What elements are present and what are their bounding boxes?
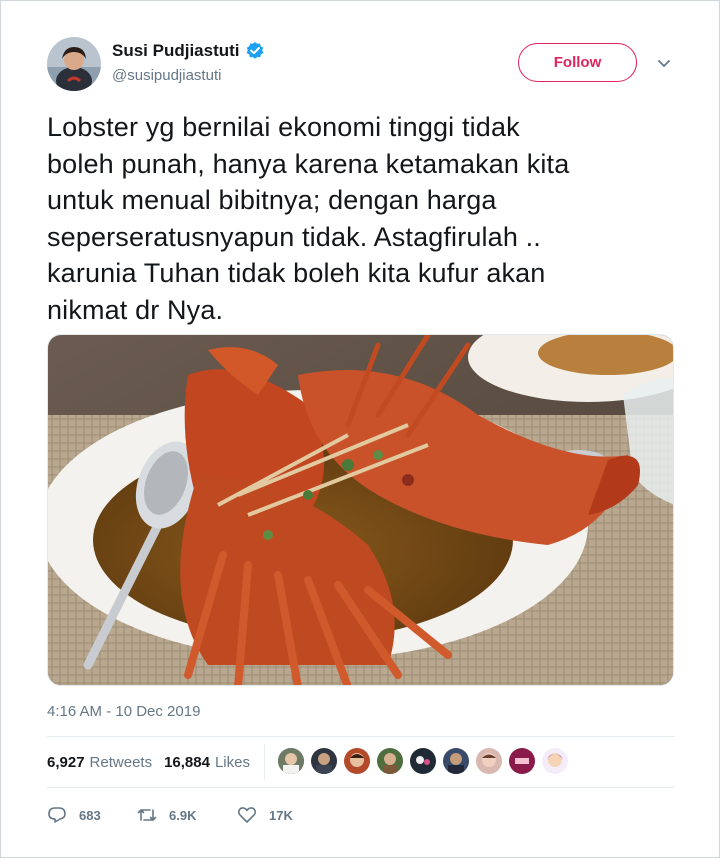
- author-name-row[interactable]: Susi Pudjiastuti: [112, 39, 265, 63]
- likes-label: Likes: [214, 753, 250, 771]
- like-heart-icon: [237, 807, 257, 823]
- likes-stat[interactable]: 16,884 Likes: [164, 754, 250, 771]
- retweet-icon: [137, 809, 157, 821]
- reply-icon: [48, 807, 66, 823]
- tweet-actions: 683 6.9K 17K: [47, 801, 293, 829]
- retweet-count: 6.9K: [169, 807, 197, 823]
- follow-button[interactable]: Follow: [518, 43, 637, 82]
- liker-avatar[interactable]: [443, 748, 469, 774]
- author-avatar[interactable]: [47, 37, 101, 91]
- tweet-card: Susi Pudjiastuti @susipudjiastuti Follow…: [0, 0, 720, 858]
- divider: [47, 787, 675, 788]
- retweets-count: 6,927: [47, 753, 85, 771]
- chevron-down-icon[interactable]: [654, 53, 674, 73]
- likes-count: 16,884: [164, 753, 210, 771]
- like-button[interactable]: 17K: [237, 805, 293, 825]
- tweet-photo[interactable]: [47, 334, 674, 686]
- liker-avatar[interactable]: [542, 748, 568, 774]
- verified-badge-icon: [245, 41, 265, 61]
- retweets-label: Retweets: [89, 753, 153, 771]
- liker-avatar[interactable]: [377, 748, 403, 774]
- engagement-stats: 6,927 Retweets 16,884 Likes: [47, 737, 250, 787]
- liker-avatars: [278, 748, 575, 774]
- liker-avatar[interactable]: [311, 748, 337, 774]
- retweets-stat[interactable]: 6,927 Retweets: [47, 754, 152, 771]
- liker-avatar[interactable]: [476, 748, 502, 774]
- liker-avatar[interactable]: [410, 748, 436, 774]
- reply-button[interactable]: 683: [47, 805, 137, 825]
- tweet-text: Lobster yg bernilai ekonomi tinggi tidak…: [47, 112, 570, 325]
- reply-count: 683: [79, 807, 101, 823]
- liker-avatar[interactable]: [278, 748, 304, 774]
- retweet-button[interactable]: 6.9K: [137, 805, 237, 825]
- author-handle[interactable]: @susipudjiastuti: [112, 67, 221, 84]
- tweet-timestamp[interactable]: 4:16 AM - 10 Dec 2019: [47, 703, 200, 720]
- like-count: 17K: [269, 807, 293, 823]
- liker-avatar[interactable]: [344, 748, 370, 774]
- stats-separator: [264, 744, 265, 780]
- liker-avatar[interactable]: [509, 748, 535, 774]
- author-display-name[interactable]: Susi Pudjiastuti: [112, 41, 240, 61]
